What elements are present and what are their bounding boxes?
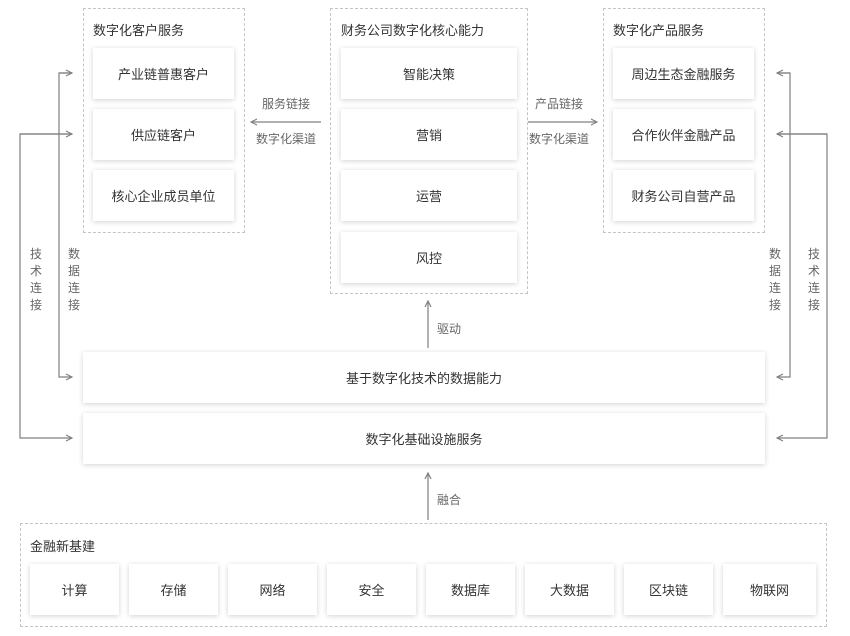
product-link-label: 产品链接 bbox=[535, 97, 584, 111]
product-services-title: 数字化产品服务 bbox=[613, 24, 705, 39]
left-tech-connection-label: 技术连接 bbox=[29, 247, 42, 312]
infra-item-security[interactable]: 安全 bbox=[327, 564, 416, 615]
service-link-label: 服务链接 bbox=[262, 97, 311, 111]
left-data-connection-arrow bbox=[58, 72, 72, 377]
left-data-connection-label: 数据连接 bbox=[67, 247, 80, 312]
product-channel-label: 数字化渠道 bbox=[529, 132, 590, 146]
service-channel-label: 数字化渠道 bbox=[256, 132, 317, 146]
core-item-marketing[interactable]: 营销 bbox=[341, 109, 517, 160]
infra-item-storage[interactable]: 存储 bbox=[129, 564, 218, 615]
right-data-connection-label: 数据连接 bbox=[768, 247, 781, 312]
infra-item-compute[interactable]: 计算 bbox=[30, 564, 119, 615]
product-item-self-operated[interactable]: 财务公司自营产品 bbox=[613, 170, 754, 221]
infra-item-iot[interactable]: 物联网 bbox=[723, 564, 816, 615]
customer-item-industry-chain[interactable]: 产业链普惠客户 bbox=[93, 48, 234, 99]
infra-item-big-data[interactable]: 大数据 bbox=[525, 564, 614, 615]
left-tech-connection-arrow bbox=[19, 133, 72, 438]
core-item-decision[interactable]: 智能决策 bbox=[341, 48, 517, 99]
fusion-label: 融合 bbox=[437, 493, 462, 507]
product-item-partner[interactable]: 合作伙伴金融产品 bbox=[613, 109, 754, 160]
customer-item-core-enterprise[interactable]: 核心企业成员单位 bbox=[93, 170, 234, 221]
core-item-risk-control[interactable]: 风控 bbox=[341, 232, 517, 283]
new-infrastructure-title: 金融新基建 bbox=[30, 540, 96, 555]
infra-item-database[interactable]: 数据库 bbox=[426, 564, 515, 615]
infra-item-blockchain[interactable]: 区块链 bbox=[624, 564, 713, 615]
drive-label: 驱动 bbox=[437, 322, 462, 336]
right-tech-connection-label: 技术连接 bbox=[807, 247, 820, 312]
data-capability-box[interactable]: 基于数字化技术的数据能力 bbox=[83, 352, 765, 403]
product-item-ecosystem[interactable]: 周边生态金融服务 bbox=[613, 48, 754, 99]
customer-item-supply-chain[interactable]: 供应链客户 bbox=[93, 109, 234, 160]
right-data-connection-arrow bbox=[777, 72, 791, 377]
infrastructure-service-box[interactable]: 数字化基础设施服务 bbox=[83, 413, 765, 464]
customer-services-title: 数字化客户服务 bbox=[93, 24, 185, 39]
infra-item-network[interactable]: 网络 bbox=[228, 564, 317, 615]
core-capabilities-title: 财务公司数字化核心能力 bbox=[341, 24, 485, 39]
core-item-operations[interactable]: 运营 bbox=[341, 170, 517, 221]
